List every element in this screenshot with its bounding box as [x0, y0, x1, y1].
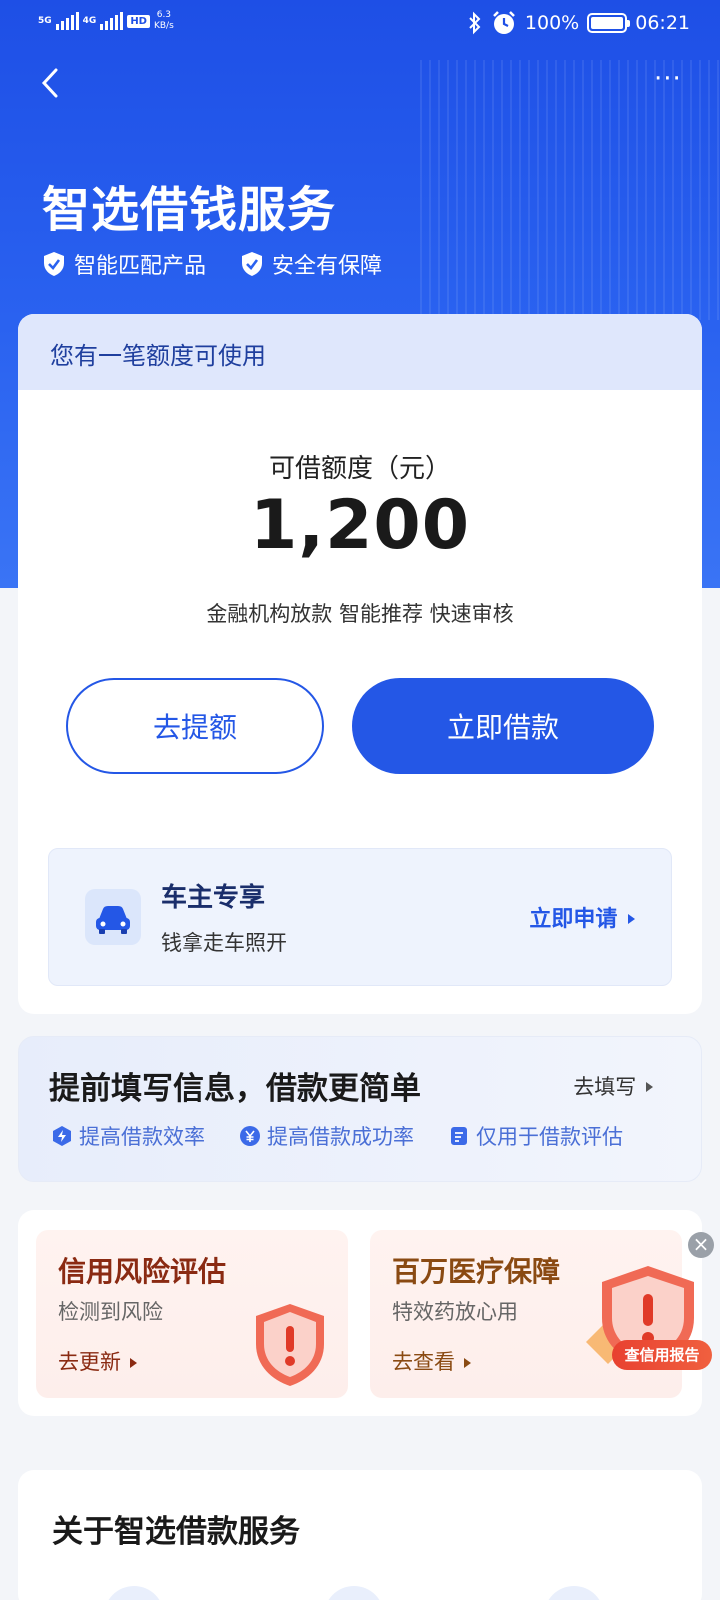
alarm-icon [493, 11, 515, 34]
quota-label: 可借额度（元） [268, 454, 451, 484]
about-item-icon [104, 1586, 164, 1600]
hero-feature-label: 安全有保障 [272, 254, 383, 279]
shield-check-icon [44, 252, 64, 276]
hero-decoration [420, 60, 720, 320]
hero-feature: 智能匹配产品 [42, 248, 206, 280]
quota-card: 您有一笔额度可使用 可借额度（元） 1,200 金融机构放款 智能推荐 快速审核… [18, 314, 702, 1014]
hd-badge: HD [127, 14, 150, 28]
apply-now-label: 立即申请 [529, 907, 618, 932]
promo-link[interactable]: 去更新 [58, 1346, 138, 1376]
promo-link[interactable]: 去查看 [392, 1346, 472, 1376]
promo-subtitle: 检测到风险 [58, 1300, 163, 1324]
promo-link-label: 去查看 [392, 1350, 455, 1374]
promo-title: 信用风险评估 [58, 1255, 227, 1288]
close-float-button[interactable]: × [688, 1232, 714, 1258]
prefill-feature-label: 仅用于借款评估 [476, 1125, 623, 1149]
caret-right-icon [646, 1082, 653, 1092]
network-5g-label: 5G [38, 16, 52, 26]
warning-shield-icon [256, 1304, 324, 1386]
borrow-now-button[interactable]: 立即借款 [352, 678, 654, 774]
about-item-icon [544, 1586, 604, 1600]
hero-feature: 安全有保障 [240, 248, 382, 280]
prefill-feature: 仅用于借款评估 [448, 1121, 623, 1151]
car-icon [85, 889, 141, 945]
car-owner-subtitle: 钱拿走车照开 [161, 931, 287, 955]
status-bar: 5G 4G HD 6.3 KB/s 100% 06:21 [0, 0, 720, 50]
prefill-feature: 提高借款效率 [51, 1121, 205, 1151]
hero-features: 智能匹配产品 安全有保障 [42, 248, 382, 280]
lightning-icon [53, 1126, 71, 1146]
credit-report-badge[interactable]: 查信用报告 [612, 1340, 712, 1370]
yuan-icon [240, 1126, 260, 1146]
prefill-feature-label: 提高借款效率 [79, 1125, 205, 1149]
quota-amount: 1,200 [249, 486, 471, 565]
fill-in-label: 去填写 [573, 1075, 637, 1099]
promo-subtitle: 特效药放心用 [392, 1300, 518, 1324]
caret-right-icon [463, 1358, 471, 1368]
bluetooth-icon [469, 11, 481, 35]
prefill-info-card[interactable]: 提前填写信息，借款更简单 去填写 提高借款效率 提高借款成功率 仅用于借款评估 [18, 1036, 702, 1182]
clock-time: 06:21 [635, 12, 690, 34]
more-button[interactable]: ··· [654, 66, 690, 96]
speed-value: 6.3 [156, 10, 172, 20]
about-section: 关于智选借款服务 [18, 1470, 702, 1600]
prefill-title: 提前填写信息，借款更简单 [49, 1071, 421, 1107]
signal-icon [100, 12, 124, 30]
promo-title: 百万医疗保障 [392, 1255, 561, 1288]
signal-icon [55, 12, 79, 30]
caret-right-icon [129, 1358, 137, 1368]
quota-notice: 您有一笔额度可使用 [18, 314, 702, 390]
document-icon [451, 1127, 467, 1145]
quota-tags: 金融机构放款 智能推荐 快速审核 [206, 602, 514, 626]
car-owner-title: 车主专享 [161, 883, 266, 913]
status-left: 5G 4G HD 6.3 KB/s [38, 10, 174, 32]
prefill-features: 提高借款效率 提高借款成功率 仅用于借款评估 [51, 1121, 623, 1151]
back-button[interactable] [36, 66, 66, 100]
about-item-icon [324, 1586, 384, 1600]
fill-in-link[interactable]: 去填写 [573, 1071, 655, 1101]
prefill-feature-label: 提高借款成功率 [267, 1125, 414, 1149]
caret-right-icon [628, 914, 635, 924]
car-owner-banner[interactable]: 车主专享 钱拿走车照开 立即申请 [48, 848, 672, 986]
network-4g-label: 4G [82, 16, 97, 26]
promo-link-label: 去更新 [58, 1350, 121, 1374]
status-right: 100% 06:21 [467, 10, 690, 36]
raise-limit-button[interactable]: 去提额 [66, 678, 324, 774]
battery-icon [587, 13, 631, 33]
page-title: 智选借钱服务 [42, 182, 337, 238]
speed-unit: KB/s [153, 21, 174, 31]
prefill-feature: 提高借款成功率 [239, 1121, 414, 1151]
shield-check-icon [242, 252, 263, 276]
apply-now-link[interactable]: 立即申请 [529, 901, 637, 933]
hero-feature-label: 智能匹配产品 [74, 254, 207, 279]
about-title: 关于智选借款服务 [52, 1514, 300, 1550]
chevron-left-icon [41, 68, 58, 98]
network-speed: 6.3 KB/s [154, 10, 174, 32]
promo-credit-risk[interactable]: 信用风险评估 检测到风险 去更新 [36, 1230, 348, 1398]
battery-percent: 100% [524, 12, 580, 34]
